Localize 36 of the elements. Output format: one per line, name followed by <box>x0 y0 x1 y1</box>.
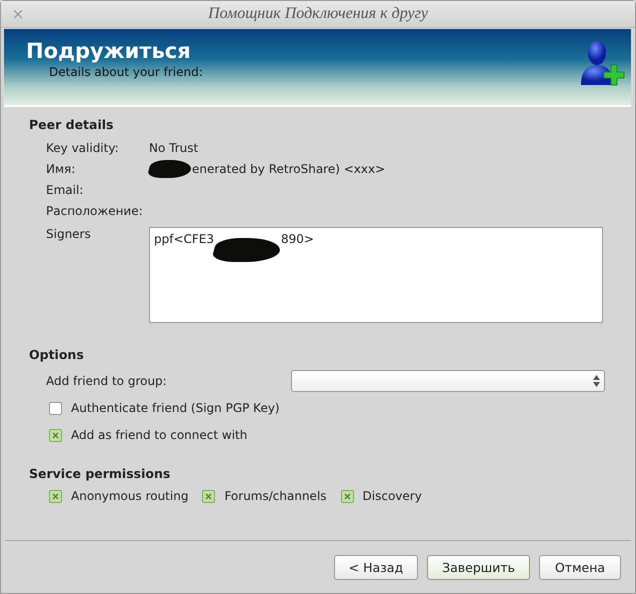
checkbox-label: Authenticate friend (Sign PGP Key) <box>71 401 280 415</box>
group-dropdown[interactable] <box>291 370 605 392</box>
dialog-button[interactable]: Отмена <box>539 554 621 580</box>
checkbox[interactable] <box>49 490 62 502</box>
signers-list[interactable]: ppf<CFE3 890> <box>149 227 603 323</box>
field-label: Расположение: <box>46 204 144 218</box>
banner-title: Подружиться <box>26 39 192 63</box>
cross-mark-icon <box>52 432 59 438</box>
banner-subtitle: Details about your friend: <box>48 65 204 79</box>
field-value: No Trust <box>149 141 198 155</box>
section-heading: Service permissions <box>29 466 172 481</box>
checkbox-label: Anonymous routing <box>71 489 188 503</box>
cross-mark-icon <box>344 492 351 500</box>
checkbox[interactable] <box>340 490 354 502</box>
signer-text: 890> <box>281 232 314 246</box>
checkbox-label: Discovery <box>362 489 422 503</box>
checkbox-label: Forums/channels <box>224 489 327 503</box>
section-heading: Options <box>29 347 85 362</box>
field-label: Key validity: <box>46 141 120 155</box>
field-label: Имя: <box>46 162 76 176</box>
checkbox-label: Add as friend to connect with <box>71 428 248 442</box>
cross-mark-icon <box>205 492 212 500</box>
checkbox[interactable] <box>49 402 62 414</box>
signer-text: ppf<CFE3 <box>154 232 214 246</box>
dialog-button[interactable]: Завершить <box>427 554 530 580</box>
spinner-arrows-icon <box>593 375 600 387</box>
field-label: Signers <box>46 227 92 241</box>
cross-mark-icon <box>52 492 59 500</box>
field-label: Email: <box>46 183 84 197</box>
window-title: Помощник Подключения к другу <box>207 5 429 23</box>
checkbox[interactable] <box>202 490 216 502</box>
checkbox[interactable] <box>49 428 62 442</box>
field-value: enerated by RetroShare) <xxx> <box>192 162 386 176</box>
section-heading: Peer details <box>29 117 114 132</box>
dialog-button[interactable]: < Назад <box>334 554 418 580</box>
field-label: Add friend to group: <box>46 374 168 388</box>
